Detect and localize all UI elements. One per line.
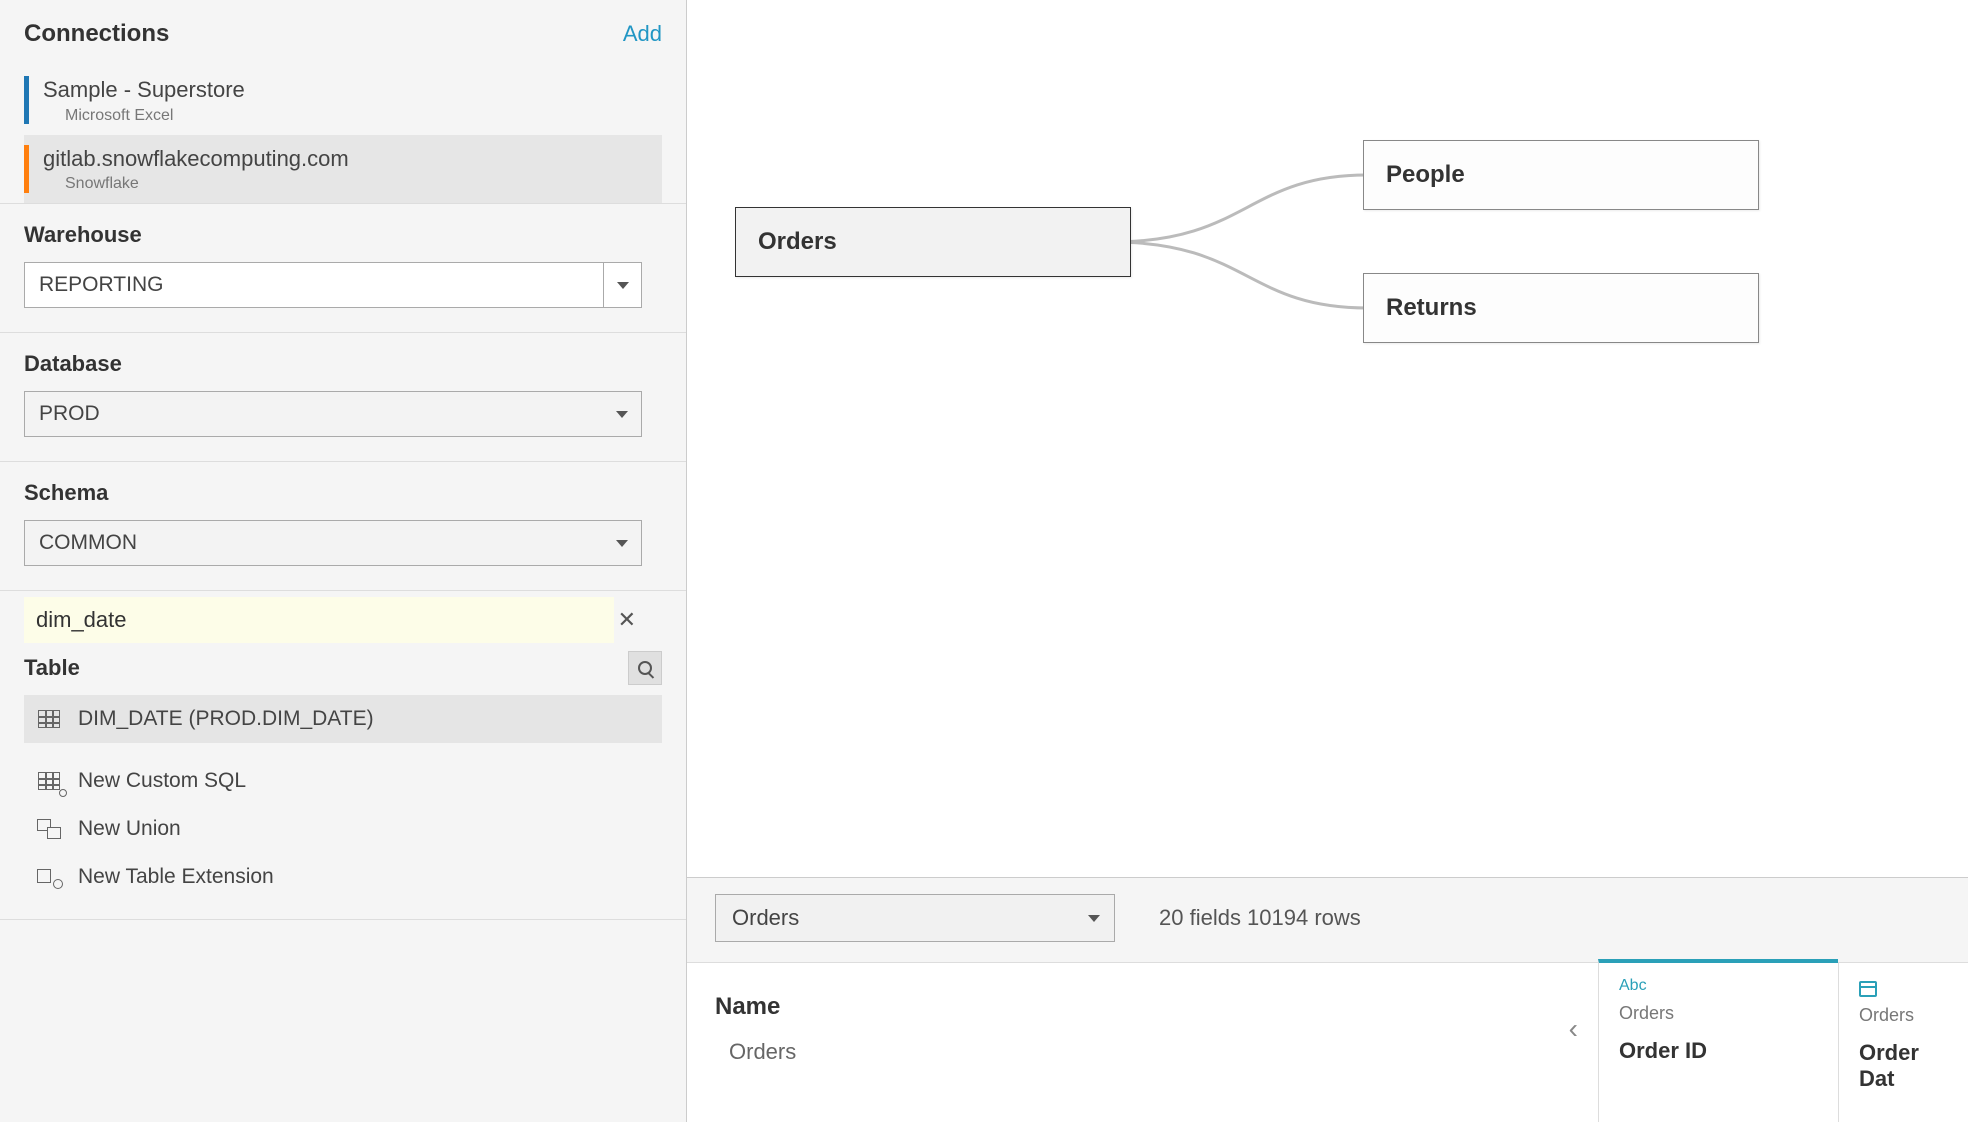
connection-name: Sample - Superstore: [43, 76, 245, 105]
warehouse-value: REPORTING: [25, 273, 603, 297]
column-name: Order Dat: [1859, 1040, 1948, 1092]
connection-source: Microsoft Excel: [43, 107, 245, 125]
table-item-label: New Table Extension: [78, 865, 274, 889]
table-icon: [36, 708, 62, 730]
preview-stats: 20 fields 10194 rows: [1159, 905, 1361, 931]
table-item-label: New Union: [78, 817, 181, 841]
column-order-date[interactable]: Orders Order Dat: [1838, 963, 1968, 1122]
node-label: People: [1386, 161, 1465, 189]
preview-table-dropdown[interactable]: Orders: [715, 894, 1115, 942]
connection-color-strip: [24, 145, 29, 193]
table-item-extension[interactable]: New Table Extension: [24, 853, 662, 901]
chevron-down-icon: [603, 263, 641, 307]
warehouse-dropdown[interactable]: REPORTING: [24, 262, 642, 308]
clear-search-icon[interactable]: ✕: [618, 607, 636, 633]
connections-section: Connections Add Sample - Superstore Micr…: [0, 0, 686, 204]
node-label: Orders: [758, 228, 837, 256]
schema-dropdown[interactable]: COMMON: [24, 520, 642, 566]
schema-value: COMMON: [25, 531, 603, 555]
connection-item-superstore[interactable]: Sample - Superstore Microsoft Excel: [24, 66, 662, 135]
table-item-label: New Custom SQL: [78, 769, 246, 793]
warehouse-label: Warehouse: [24, 222, 662, 248]
node-label: Returns: [1386, 294, 1477, 322]
table-item-union[interactable]: New Union: [24, 805, 662, 853]
table-extension-icon: [36, 866, 62, 888]
search-button[interactable]: [628, 651, 662, 685]
name-panel: ‹ Name Orders: [687, 963, 1598, 1122]
table-item-dim-date[interactable]: DIM_DATE (PROD.DIM_DATE): [24, 695, 662, 743]
table-heading: Table: [24, 655, 80, 681]
preview-table-value: Orders: [716, 905, 1074, 931]
search-icon: [638, 661, 652, 675]
add-connection-link[interactable]: Add: [623, 21, 662, 47]
database-label: Database: [24, 351, 662, 377]
database-dropdown[interactable]: PROD: [24, 391, 642, 437]
connection-color-strip: [24, 76, 29, 124]
name-value: Orders: [715, 1039, 1570, 1065]
chevron-down-icon: [1074, 915, 1114, 922]
data-preview-toolbar: Orders 20 fields 10194 rows: [687, 877, 1968, 962]
column-name: Order ID: [1619, 1038, 1818, 1064]
chevron-down-icon: [603, 392, 641, 436]
custom-sql-icon: [36, 770, 62, 792]
table-list: DIM_DATE (PROD.DIM_DATE) New Custom SQL …: [0, 695, 686, 919]
database-section: Database PROD: [0, 333, 686, 462]
chevron-down-icon: [603, 521, 641, 565]
node-returns[interactable]: Returns: [1363, 273, 1759, 343]
connection-name: gitlab.snowflakecomputing.com: [43, 145, 349, 174]
scroll-left-icon[interactable]: ‹: [1569, 1013, 1578, 1045]
warehouse-section: Warehouse REPORTING: [0, 204, 686, 333]
connection-item-snowflake[interactable]: gitlab.snowflakecomputing.com Snowflake: [24, 135, 662, 204]
type-date-icon: [1859, 981, 1948, 997]
connections-title: Connections: [24, 20, 169, 48]
column-order-id[interactable]: Abc Orders Order ID: [1598, 959, 1838, 1122]
connection-source: Snowflake: [43, 175, 349, 193]
table-item-custom-sql[interactable]: New Custom SQL: [24, 757, 662, 805]
column-source: Orders: [1619, 1003, 1818, 1024]
schema-section: Schema COMMON: [0, 462, 686, 590]
schema-label: Schema: [24, 480, 662, 506]
table-item-label: DIM_DATE (PROD.DIM_DATE): [78, 707, 374, 731]
data-grid: ‹ Name Orders Abc Orders Order ID Orders…: [687, 962, 1968, 1122]
union-icon: [36, 818, 62, 840]
column-source: Orders: [1859, 1005, 1948, 1026]
table-search-input[interactable]: [24, 597, 614, 643]
sidebar: Connections Add Sample - Superstore Micr…: [0, 0, 687, 1122]
type-abc-icon: Abc: [1619, 977, 1818, 995]
relationship-canvas[interactable]: Orders People Returns: [687, 0, 1968, 877]
main-area: Orders People Returns Orders 20 fields 1…: [687, 0, 1968, 1122]
node-orders[interactable]: Orders: [735, 207, 1131, 277]
name-heading: Name: [715, 993, 1570, 1021]
node-people[interactable]: People: [1363, 140, 1759, 210]
database-value: PROD: [25, 402, 603, 426]
